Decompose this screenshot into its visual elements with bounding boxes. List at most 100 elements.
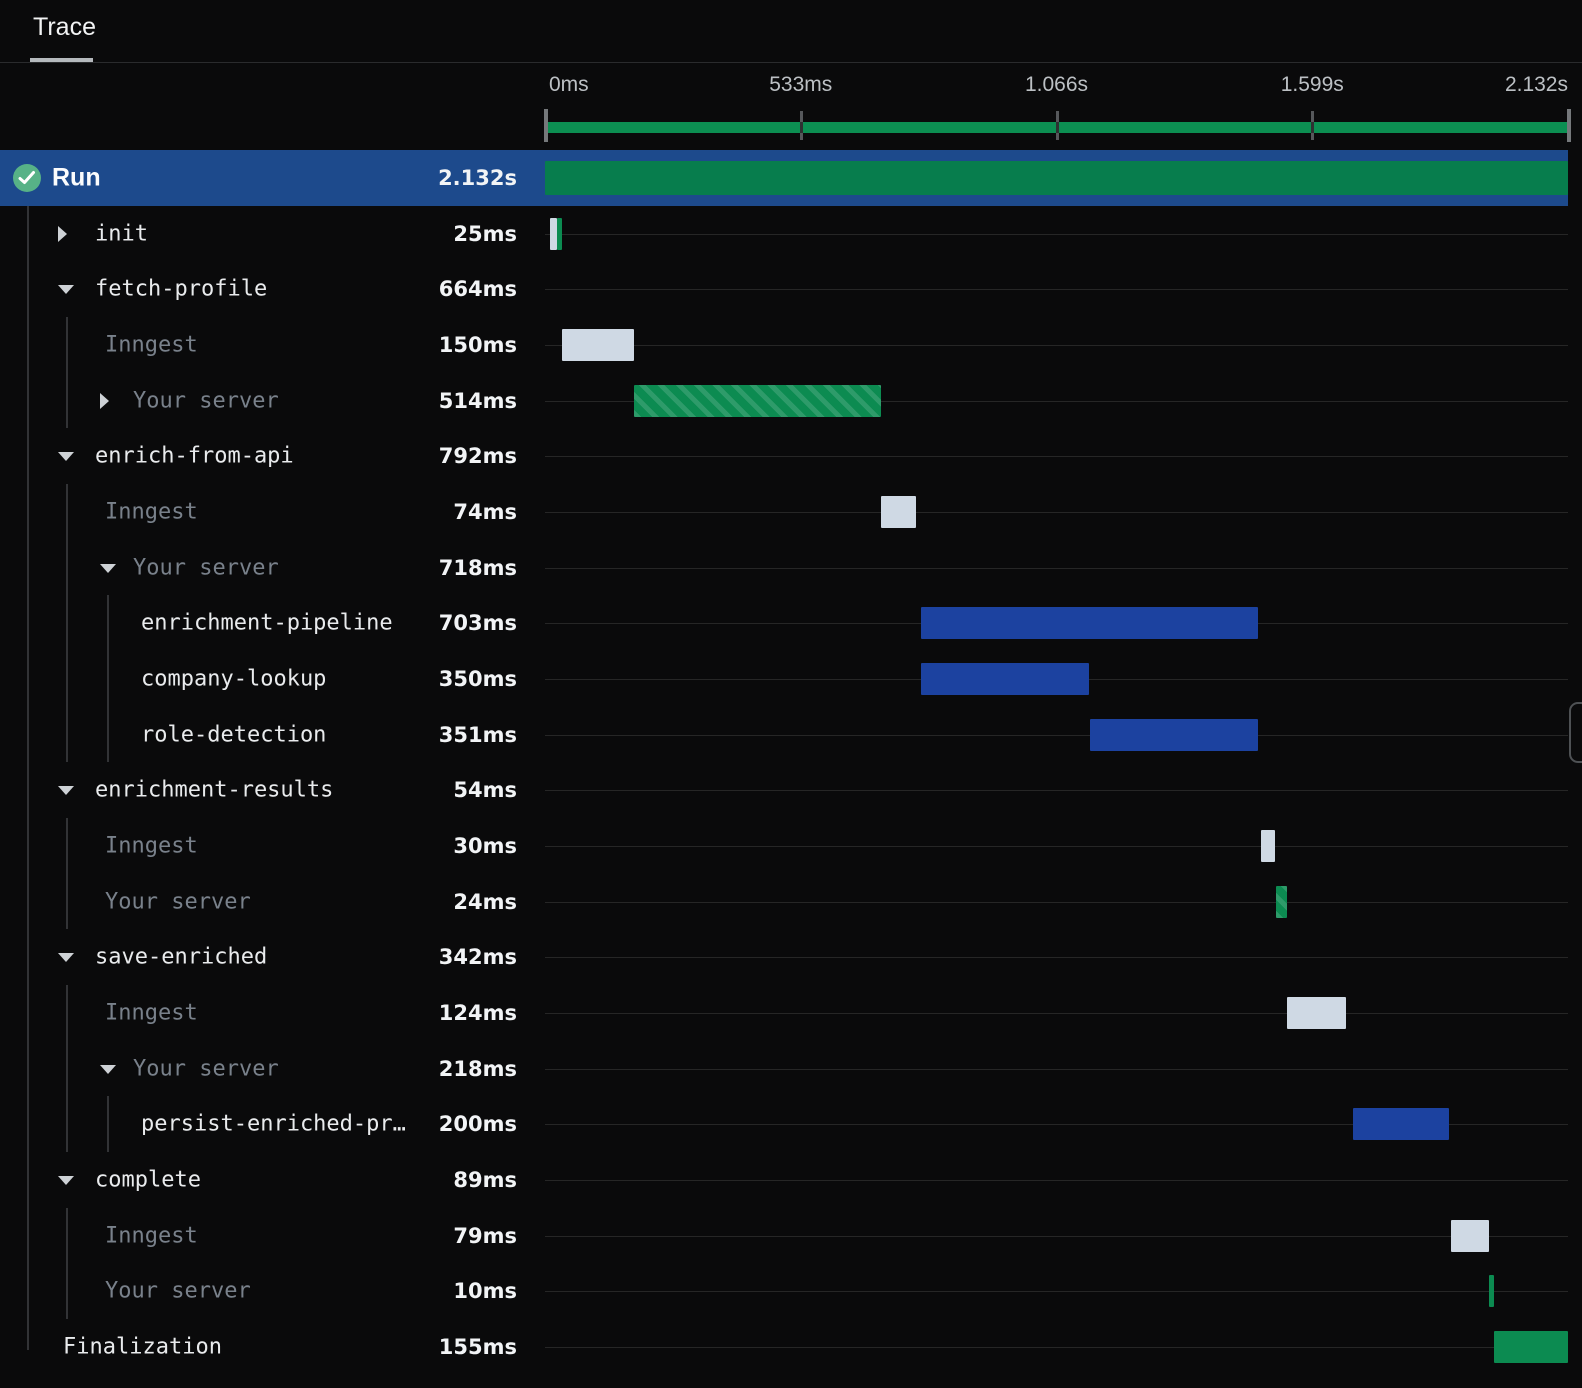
span-bar-green[interactable] <box>1493 1330 1568 1363</box>
span-label: enrichment-pipeline <box>141 610 393 636</box>
span-label: enrich-from-api <box>95 443 294 469</box>
span-track <box>545 1096 1568 1152</box>
span-duration: 514ms <box>438 388 517 413</box>
trace-row-your-server[interactable]: Your server 10ms <box>0 1263 1582 1320</box>
span-track <box>545 206 1568 262</box>
span-duration: 350ms <box>438 666 517 691</box>
trace-row-inngest[interactable]: Inngest 74ms <box>0 484 1582 540</box>
tree-indent-guide <box>27 484 29 540</box>
trace-row-run[interactable]: Run 2.132s <box>0 150 1582 206</box>
span-duration: 124ms <box>438 1000 517 1025</box>
span-label: Your server <box>133 1056 279 1082</box>
scrollbar-thumb[interactable] <box>1569 702 1582 763</box>
span-bar-blue[interactable] <box>1089 718 1258 751</box>
span-bar-light[interactable] <box>1286 996 1347 1029</box>
caret-down-icon[interactable] <box>58 953 74 963</box>
trace-row-persist-enriched-pr[interactable]: persist-enriched-pr… 200ms <box>0 1096 1582 1153</box>
span-label: Run <box>52 163 101 192</box>
span-track <box>545 595 1568 651</box>
span-bar-light[interactable] <box>880 495 917 528</box>
span-track <box>545 818 1568 874</box>
row-gridline <box>545 1179 1568 1181</box>
minimap-separator <box>1055 122 1059 133</box>
caret-down-icon[interactable] <box>100 1064 116 1074</box>
trace-row-inngest[interactable]: Inngest 124ms <box>0 985 1582 1041</box>
row-gridline <box>545 1235 1568 1237</box>
trace-row-complete[interactable]: complete 89ms <box>0 1152 1582 1208</box>
span-bar-hatched[interactable] <box>634 384 881 417</box>
span-duration: 664ms <box>438 277 517 302</box>
trace-row-fetch-profile[interactable]: fetch-profile 664ms <box>0 261 1582 318</box>
span-duration: 30ms <box>453 833 517 858</box>
caret-down-icon[interactable] <box>58 285 74 295</box>
span-track <box>545 1263 1568 1319</box>
span-track <box>545 1152 1568 1208</box>
caret-down-icon[interactable] <box>100 563 116 573</box>
tick-label: 533ms <box>769 73 833 96</box>
span-bar-light[interactable] <box>562 328 635 361</box>
trace-row-finalization[interactable]: Finalization 155ms <box>0 1319 1582 1375</box>
trace-row-role-detection[interactable]: role-detection 351ms <box>0 706 1582 763</box>
trace-row-your-server[interactable]: Your server 718ms <box>0 539 1582 596</box>
trace-row-inngest[interactable]: Inngest 30ms <box>0 818 1582 874</box>
span-label: complete <box>95 1167 201 1193</box>
timeline-header: 0ms 533ms 1.066s 1.599s 2.132s <box>0 63 1582 150</box>
row-gridline <box>545 233 1568 235</box>
timeline-minimap[interactable] <box>544 109 1571 151</box>
trace-row-company-lookup[interactable]: company-lookup 350ms <box>0 651 1582 707</box>
tree-indent-guide <box>66 372 68 429</box>
span-bar-light[interactable] <box>1450 1219 1489 1252</box>
trace-row-your-server[interactable]: Your server 514ms <box>0 372 1582 429</box>
trace-row-save-enriched[interactable]: save-enriched 342ms <box>0 929 1582 986</box>
span-track <box>545 428 1568 484</box>
span-duration: 703ms <box>438 611 517 636</box>
span-label: Finalization <box>63 1334 222 1360</box>
span-label: Inngest <box>105 1000 198 1026</box>
trace-row-enrich-from-api[interactable]: enrich-from-api 792ms <box>0 428 1582 485</box>
span-bar-green[interactable] <box>556 217 563 250</box>
tick-label: 2.132s <box>1504 73 1568 96</box>
trace-row-enrichment-pipeline[interactable]: enrichment-pipeline 703ms <box>0 595 1582 652</box>
span-label: role-detection <box>141 722 327 748</box>
span-bar-blue[interactable] <box>1352 1108 1449 1141</box>
span-label: company-lookup <box>141 666 327 692</box>
minimap-separator <box>799 122 803 133</box>
span-duration: 79ms <box>453 1223 517 1248</box>
tree-indent-guide <box>66 539 68 596</box>
tree-indent-guide <box>27 261 29 318</box>
span-label: Inngest <box>105 833 198 859</box>
span-bar-light[interactable] <box>1260 829 1276 862</box>
trace-row-init[interactable]: init 25ms <box>0 205 1582 262</box>
span-track <box>545 484 1568 540</box>
span-duration: 150ms <box>438 332 517 357</box>
span-bar-green[interactable] <box>1488 1275 1494 1308</box>
span-track <box>545 261 1568 317</box>
tab-trace[interactable]: Trace <box>33 13 96 42</box>
caret-down-icon[interactable] <box>58 452 74 462</box>
trace-row-enrichment-results[interactable]: enrichment-results 54ms <box>0 762 1582 819</box>
tree-indent-guide <box>27 818 29 874</box>
span-label: Your server <box>133 555 279 581</box>
trace-row-your-server[interactable]: Your server 218ms <box>0 1040 1582 1097</box>
span-duration: 54ms <box>453 778 517 803</box>
caret-down-icon[interactable] <box>58 1175 74 1185</box>
span-bar-blue[interactable] <box>920 662 1089 695</box>
row-gridline <box>545 845 1568 847</box>
trace-row-inngest[interactable]: Inngest 150ms <box>0 317 1582 373</box>
caret-down-icon[interactable] <box>58 786 74 796</box>
span-bar-hatched[interactable] <box>1275 885 1288 918</box>
span-track <box>545 150 1568 206</box>
caret-right-icon[interactable] <box>58 225 67 242</box>
span-bar-run[interactable] <box>545 160 1568 195</box>
tree-indent-guide <box>66 651 68 707</box>
active-tab-underline <box>30 58 93 62</box>
status-success-icon <box>13 163 41 192</box>
span-bar-blue[interactable] <box>920 607 1259 640</box>
span-duration: 2.132s <box>438 165 517 190</box>
tick-mark <box>1567 109 1571 142</box>
tree-indent-guide <box>107 651 109 707</box>
trace-row-inngest[interactable]: Inngest 79ms <box>0 1207 1582 1264</box>
span-duration: 351ms <box>438 722 517 747</box>
trace-row-your-server[interactable]: Your server 24ms <box>0 873 1582 930</box>
caret-right-icon[interactable] <box>100 392 109 409</box>
